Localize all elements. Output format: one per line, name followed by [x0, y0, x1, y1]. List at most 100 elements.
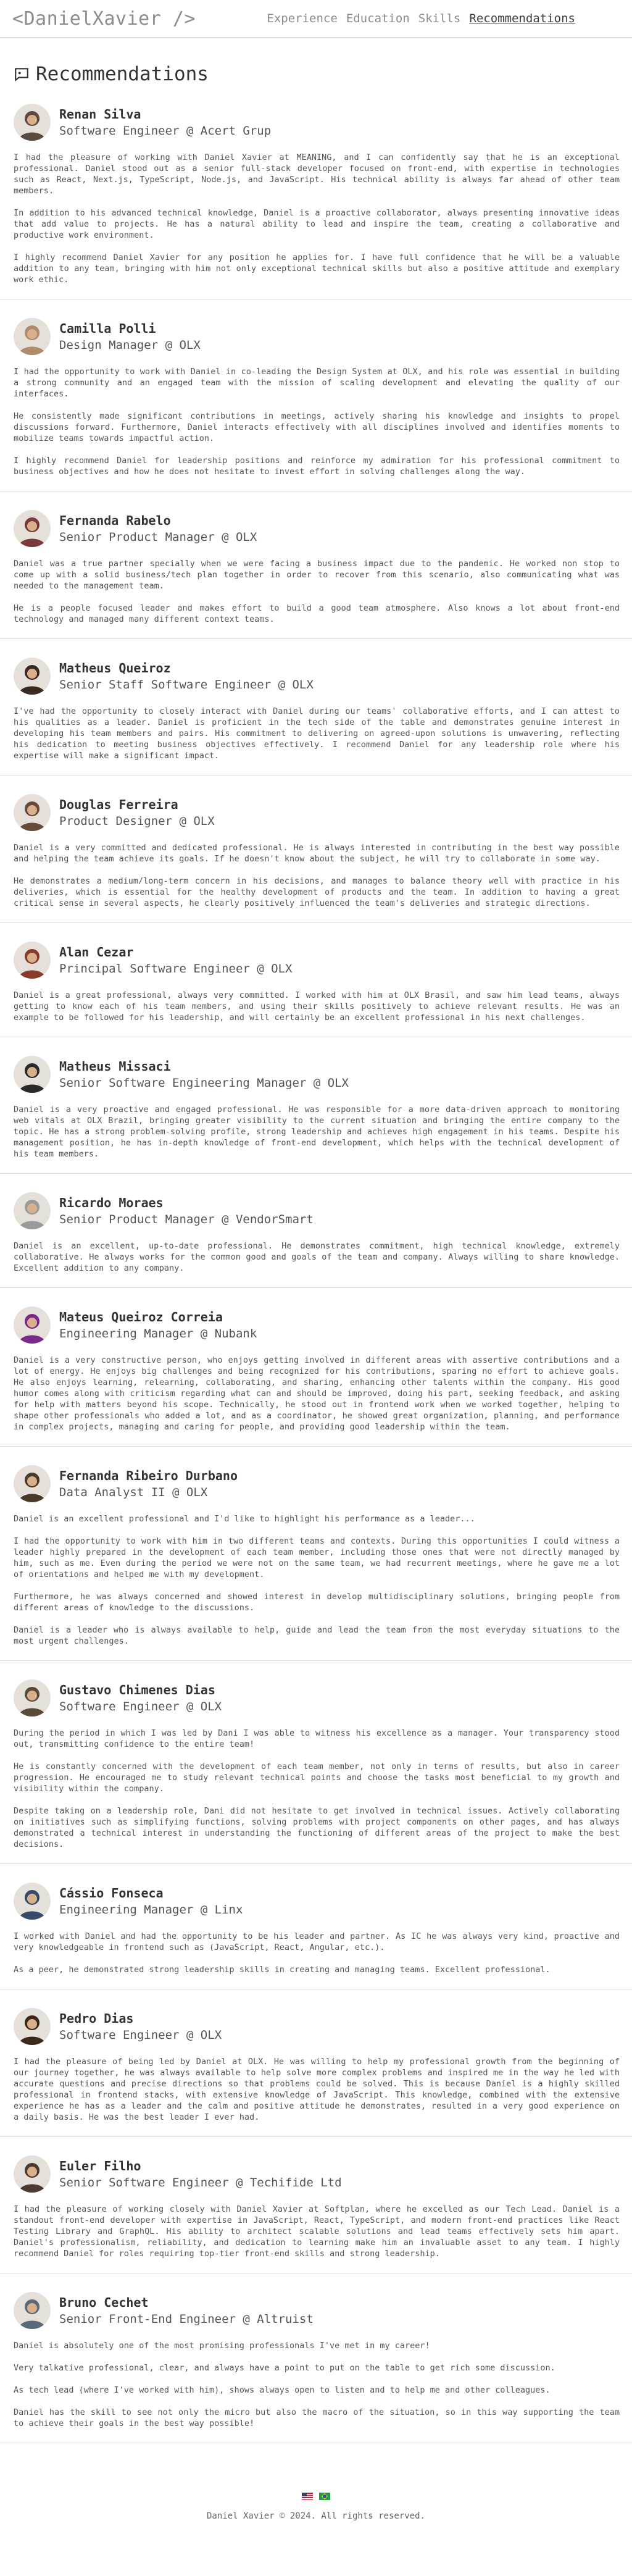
recommender-header: Cássio Fonseca Engineering Manager @ Linx [14, 1883, 620, 1920]
recommender-header: Pedro Dias Software Engineer @ OLX [14, 2008, 620, 2045]
recommender-header: Camilla Polli Design Manager @ OLX [14, 318, 620, 355]
recommender-info: Douglas Ferreira Product Designer @ OLX [59, 796, 215, 829]
recommendation-text: Daniel is an excellent professional and … [14, 1513, 620, 1647]
recommendation-card: Douglas Ferreira Product Designer @ OLX Da… [0, 794, 632, 909]
recommendation-card: Euler Filho Senior Software Engineer @ Te… [0, 2156, 632, 2259]
recommender-info: Alan Cezar Principal Software Engineer @ … [59, 943, 293, 977]
person-avatar-icon [14, 942, 51, 979]
recommender-header: Ricardo Moraes Senior Product Manager @ V… [14, 1192, 620, 1229]
recommendation-paragraph: I highly recommend Daniel for leadership… [14, 456, 620, 477]
recommender-header: Gustavo Chimenes Dias Software Engineer @… [14, 1679, 620, 1717]
recommender-role: Engineering Manager @ Linx [59, 1903, 243, 1917]
avatar [14, 1056, 51, 1093]
nav-link-education[interactable]: Education [346, 12, 410, 25]
recommender-header: Fernanda Rabelo Senior Product Manager @ … [14, 510, 620, 547]
recommendation-text: Daniel was a true partner specially when… [14, 558, 620, 625]
recommendation-text: I had the pleasure of being led by Danie… [14, 2056, 620, 2123]
recommendations-list: Renan Silva Software Engineer @ Acert Gru… [0, 104, 632, 2443]
person-avatar-icon [14, 2008, 51, 2045]
recommender-role: Data Analyst II @ OLX [59, 1486, 208, 1499]
recommendation-text: Daniel is a very proactive and engaged p… [14, 1104, 620, 1160]
recommendation-text: Daniel is an excellent, up-to-date profe… [14, 1240, 620, 1274]
recommendation-paragraph: In addition to his advanced technical kn… [14, 208, 620, 240]
avatar [14, 104, 51, 141]
recommender-header: Matheus Missaci Senior Software Engineeri… [14, 1056, 620, 1093]
avatar [14, 1679, 51, 1717]
recommendation-text: I worked with Daniel and had the opportu… [14, 1931, 620, 1975]
recommender-name: Bruno Cechet [59, 2295, 149, 2310]
recommender-info: Bruno Cechet Senior Front-End Engineer @ … [59, 2294, 314, 2327]
recommender-info: Mateus Queiroz Correia Engineering Manage… [59, 1308, 257, 1342]
person-avatar-icon [14, 1465, 51, 1502]
person-avatar-icon [14, 1679, 51, 1717]
recommender-info: Euler Filho Senior Software Engineer @ Te… [59, 2157, 342, 2191]
nav-link-recommendations[interactable]: Recommendations [469, 12, 575, 25]
recommender-info: Ricardo Moraes Senior Product Manager @ V… [59, 1194, 314, 1227]
recommender-info: Cássio Fonseca Engineering Manager @ Linx [59, 1884, 243, 1918]
recommender-header: Bruno Cechet Senior Front-End Engineer @ … [14, 2292, 620, 2329]
avatar [14, 658, 51, 695]
recommendation-text: Daniel is a very constructive person, wh… [14, 1355, 620, 1432]
person-avatar-icon [14, 510, 51, 547]
recommendation-paragraph: He is constantly concerned with the deve… [14, 1762, 620, 1794]
recommendation-text: I had the pleasure of working with Danie… [14, 152, 620, 285]
recommender-header: Alan Cezar Principal Software Engineer @ … [14, 942, 620, 979]
site-header: <DanielXavier /> Experience Education Skil… [0, 0, 632, 38]
recommendation-card: Cássio Fonseca Engineering Manager @ Linx… [0, 1883, 632, 1975]
us-flag-icon[interactable] [302, 2493, 313, 2500]
person-avatar-icon [14, 1307, 51, 1344]
recommender-role: Engineering Manager @ Nubank [59, 1327, 257, 1340]
site-logo[interactable]: <DanielXavier /> [12, 8, 196, 30]
recommender-role: Software Engineer @ OLX [59, 1700, 222, 1713]
recommendation-paragraph: Very talkative professional, clear, and … [14, 2363, 555, 2373]
recommender-name: Pedro Dias [59, 2011, 134, 2026]
avatar [14, 510, 51, 547]
avatar [14, 2008, 51, 2045]
avatar [14, 1307, 51, 1344]
recommender-info: Matheus Queiroz Senior Staff Software Eng… [59, 659, 314, 693]
br-flag-icon[interactable] [319, 2493, 330, 2500]
divider [0, 2136, 632, 2137]
recommendation-paragraph: Daniel is a leader who is always availab… [14, 1625, 620, 1646]
recommendation-text: Daniel is absolutely one of the most pro… [14, 2340, 620, 2429]
recommender-name: Matheus Queiroz [59, 661, 171, 675]
recommendation-paragraph: Daniel is an excellent, up-to-date profe… [14, 1241, 620, 1273]
recommendation-card: Fernanda Rabelo Senior Product Manager @ … [0, 510, 632, 625]
recommendation-card: Matheus Queiroz Senior Staff Software Eng… [0, 658, 632, 761]
recommender-name: Alan Cezar [59, 945, 134, 960]
recommender-name: Gustavo Chimenes Dias [59, 1683, 215, 1697]
recommender-role: Senior Software Engineer @ Techifide Ltd [59, 2176, 342, 2189]
recommender-info: Renan Silva Software Engineer @ Acert Gru… [59, 106, 271, 139]
page-title: Recommendations [36, 63, 209, 85]
recommender-name: Matheus Missaci [59, 1059, 171, 1074]
nav-link-skills[interactable]: Skills [418, 12, 461, 25]
recommendation-paragraph: I highly recommend Daniel Xavier for any… [14, 253, 620, 285]
recommender-role: Senior Software Engineering Manager @ OL… [59, 1076, 349, 1090]
recommendation-paragraph: Daniel is a very constructive person, wh… [14, 1355, 620, 1432]
recommender-role: Software Engineer @ Acert Grup [59, 124, 272, 138]
recommendation-card: Ricardo Moraes Senior Product Manager @ V… [0, 1192, 632, 1274]
recommendation-card: Fernanda Ribeiro Durbano Data Analyst II … [0, 1465, 632, 1647]
recommendation-paragraph: Daniel is a great professional, always v… [14, 990, 620, 1022]
recommender-header: Renan Silva Software Engineer @ Acert Gru… [14, 104, 620, 141]
avatar [14, 2156, 51, 2193]
recommendation-paragraph: I had the opportunity to work with him i… [14, 1536, 620, 1579]
nav-link-experience[interactable]: Experience [267, 12, 337, 25]
recommendation-text: I had the pleasure of working closely wi… [14, 2204, 620, 2259]
recommender-name: Euler Filho [59, 2159, 141, 2173]
recommendation-text: Daniel is a great professional, always v… [14, 990, 620, 1023]
recommender-header: Matheus Queiroz Senior Staff Software Eng… [14, 658, 620, 695]
divider [0, 775, 632, 776]
divider [0, 922, 632, 923]
recommendation-card: Camilla Polli Design Manager @ OLX I had t… [0, 318, 632, 477]
recommender-role: Senior Product Manager @ OLX [59, 530, 257, 544]
avatar [14, 794, 51, 831]
recommendation-paragraph: Daniel is a very committed and dedicated… [14, 843, 620, 864]
divider [0, 1863, 632, 1864]
recommendation-paragraph: During the period in which I was led by … [14, 1728, 620, 1749]
site-footer: Daniel Xavier © 2024. All rights reserve… [0, 2462, 632, 2540]
divider [0, 1173, 632, 1174]
recommender-name: Fernanda Ribeiro Durbano [59, 1468, 238, 1483]
recommendation-text: Daniel is a very committed and dedicated… [14, 842, 620, 909]
person-avatar-icon [14, 104, 51, 141]
